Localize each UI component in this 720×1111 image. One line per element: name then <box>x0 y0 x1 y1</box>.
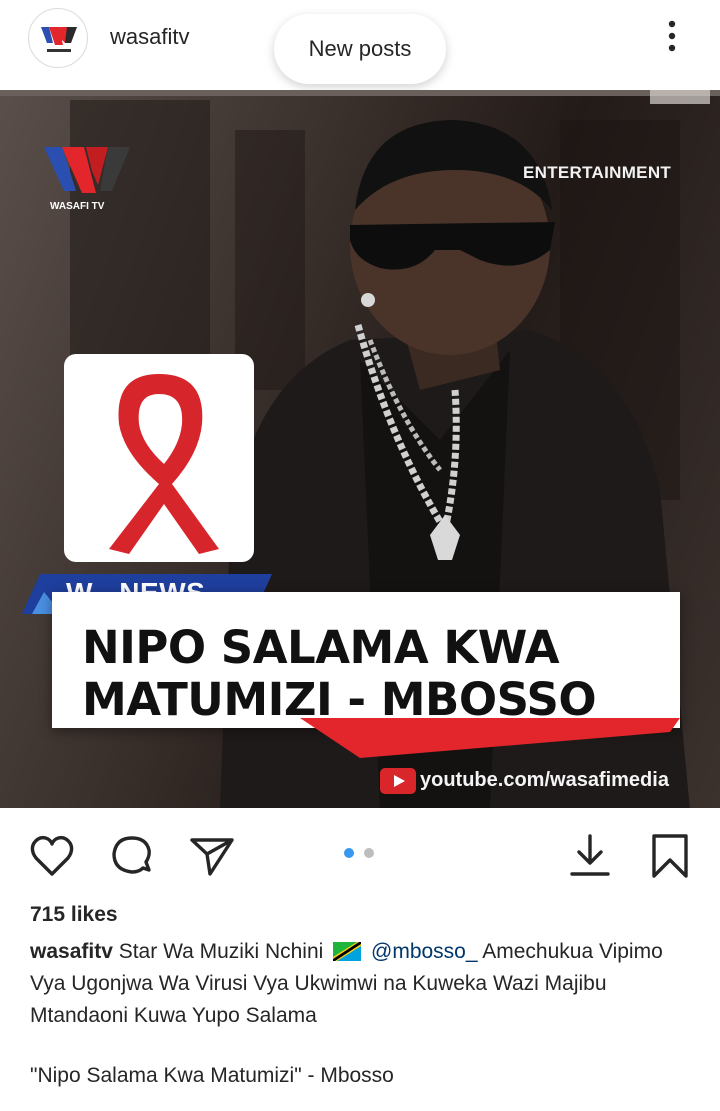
carousel-dot-active <box>344 848 354 858</box>
headline-box: NIPO SALAMA KWA MATUMIZI - MBOSSO <box>52 592 680 728</box>
download-icon[interactable] <box>566 832 614 880</box>
post-username[interactable]: wasafitv <box>110 24 189 50</box>
carousel-indicator <box>344 848 376 860</box>
comment-icon[interactable] <box>108 832 156 880</box>
likes-count[interactable]: 715 likes <box>30 903 118 927</box>
headline-line-1: NIPO SALAMA KWA <box>82 621 560 674</box>
bookmark-icon[interactable] <box>646 832 694 880</box>
caption-mention[interactable]: @mbosso_ <box>371 940 478 963</box>
headline: NIPO SALAMA KWA MATUMIZI - MBOSSO <box>82 622 672 726</box>
caption-username[interactable]: wasafitv <box>30 940 113 963</box>
carousel-dot <box>364 848 374 858</box>
post-caption: wasafitv Star Wa Muziki Nchini @mbosso_ … <box>30 936 700 1032</box>
brand-label: WASAFI TV <box>50 201 105 212</box>
post-header: wasafitv New posts <box>0 0 720 90</box>
heart-icon[interactable] <box>28 832 76 880</box>
youtube-icon <box>380 768 416 794</box>
caption-quote: "Nipo Salama Kwa Matumizi" - Mbosso <box>30 1064 394 1087</box>
more-vertical-icon[interactable] <box>658 18 686 58</box>
awareness-ribbon-icon <box>109 374 219 554</box>
ribbon-card <box>64 354 254 562</box>
category-label: ENTERTAINMENT <box>523 163 672 182</box>
profile-avatar[interactable] <box>28 8 88 68</box>
post-image[interactable]: WASAFI TV ENTERTAINMENT W - NEWS NIPO SA… <box>0 90 720 808</box>
youtube-url: youtube.com/wasafimedia <box>420 769 669 791</box>
wasafi-tv-logo-icon <box>41 27 77 52</box>
tanzania-flag-icon <box>333 942 362 961</box>
caption-text-1: Star Wa Muziki Nchini <box>118 940 324 963</box>
red-accent-strip <box>300 718 680 758</box>
send-icon[interactable] <box>188 832 236 880</box>
new-posts-button[interactable]: New posts <box>274 14 446 84</box>
wasafi-tv-brand-logo: WASAFI TV <box>44 147 130 212</box>
